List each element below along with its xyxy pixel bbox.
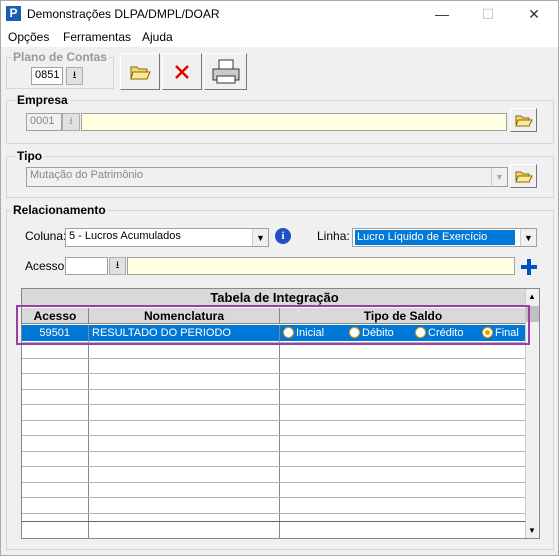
tipo-group: Tipo Mutação do Patrimônio ▼ (6, 149, 554, 198)
coluna-value: 5 - Lucros Acumulados (69, 230, 181, 242)
menu-opcoes[interactable]: Opções (8, 30, 49, 44)
empresa-label: Empresa (15, 93, 70, 107)
menu-bar: Opções Ferramentas Ajuda (1, 27, 558, 47)
title-bar: P Demonstrações DLPA/DMPL/DOAR — ☐ ✕ (1, 1, 558, 27)
download-arrow-icon: ⭳ (69, 115, 73, 127)
row-line (22, 513, 527, 514)
delete-x-icon (175, 64, 189, 79)
plano-field[interactable]: 0851 (31, 67, 63, 85)
chevron-down-icon: ▼ (520, 229, 536, 246)
coluna-select[interactable]: 5 - Lucros Acumulados ▼ (65, 228, 269, 247)
acesso-lookup-button[interactable]: ⭳ (109, 257, 126, 275)
empresa-code-field[interactable]: 0001 (26, 113, 62, 131)
menu-ferramentas[interactable]: Ferramentas (63, 30, 131, 44)
menu-ajuda[interactable]: Ajuda (142, 30, 173, 44)
delete-button[interactable] (162, 53, 202, 90)
folder-open-icon (514, 171, 533, 182)
main-window: P Demonstrações DLPA/DMPL/DOAR — ☐ ✕ Opç… (0, 0, 559, 556)
print-button[interactable] (204, 53, 247, 90)
empresa-name-field[interactable] (81, 113, 507, 131)
folder-open-icon (514, 115, 533, 126)
empresa-open-button[interactable] (510, 108, 537, 132)
info-icon[interactable]: i (275, 228, 291, 244)
row-line (22, 404, 527, 405)
acesso-desc-field[interactable] (127, 257, 515, 275)
linha-value: Lucro Líquido de Exercício (355, 230, 515, 245)
row-line (22, 373, 527, 374)
empresa-group: Empresa 0001 ⭳ (6, 93, 554, 144)
add-button[interactable] (519, 257, 539, 277)
plus-icon (521, 259, 537, 275)
minimize-button[interactable]: — (419, 1, 465, 27)
maximize-button[interactable]: ☐ (465, 1, 511, 27)
plano-lookup-button[interactable]: ⭳ (66, 67, 83, 85)
printer-icon (212, 59, 239, 83)
chevron-down-icon: ▼ (491, 168, 507, 186)
download-arrow-icon: ⭳ (72, 69, 77, 81)
folder-open-icon (130, 66, 151, 79)
download-arrow-icon: ⭳ (115, 259, 120, 271)
linha-select[interactable]: Lucro Líquido de Exercício ▼ (352, 228, 537, 247)
window-title: Demonstrações DLPA/DMPL/DOAR (27, 7, 220, 21)
row-line (22, 420, 527, 421)
scroll-up-icon[interactable]: ▲ (528, 292, 536, 301)
row-line (22, 358, 527, 359)
row-line (22, 389, 527, 390)
row-line (22, 466, 527, 467)
chevron-down-icon: ▼ (252, 229, 268, 246)
tipo-value: Mutação do Patrimônio (30, 169, 144, 181)
row-line (22, 482, 527, 483)
scroll-down-icon[interactable]: ▼ (528, 526, 536, 535)
linha-label: Linha: (317, 229, 350, 243)
footer-line (22, 521, 527, 522)
highlight-box (16, 305, 530, 345)
acesso-label: Acesso: (25, 259, 68, 273)
open-button[interactable] (120, 53, 160, 90)
plano-group: Plano de Contas 0851 ⭳ (6, 50, 114, 89)
empresa-lookup-button[interactable]: ⭳ (62, 113, 80, 131)
row-line (22, 435, 527, 436)
tipo-open-button[interactable] (510, 164, 537, 188)
tipo-select[interactable]: Mutação do Patrimônio ▼ (26, 167, 508, 187)
tipo-label: Tipo (15, 149, 45, 163)
acesso-field[interactable] (65, 257, 108, 275)
relacionamento-label: Relacionamento (11, 203, 108, 217)
coluna-label: Coluna: (25, 229, 67, 243)
app-icon: P (6, 6, 21, 21)
close-button[interactable]: ✕ (511, 1, 557, 27)
row-line (22, 451, 527, 452)
row-line (22, 497, 527, 498)
plano-label: Plano de Contas (11, 50, 110, 64)
